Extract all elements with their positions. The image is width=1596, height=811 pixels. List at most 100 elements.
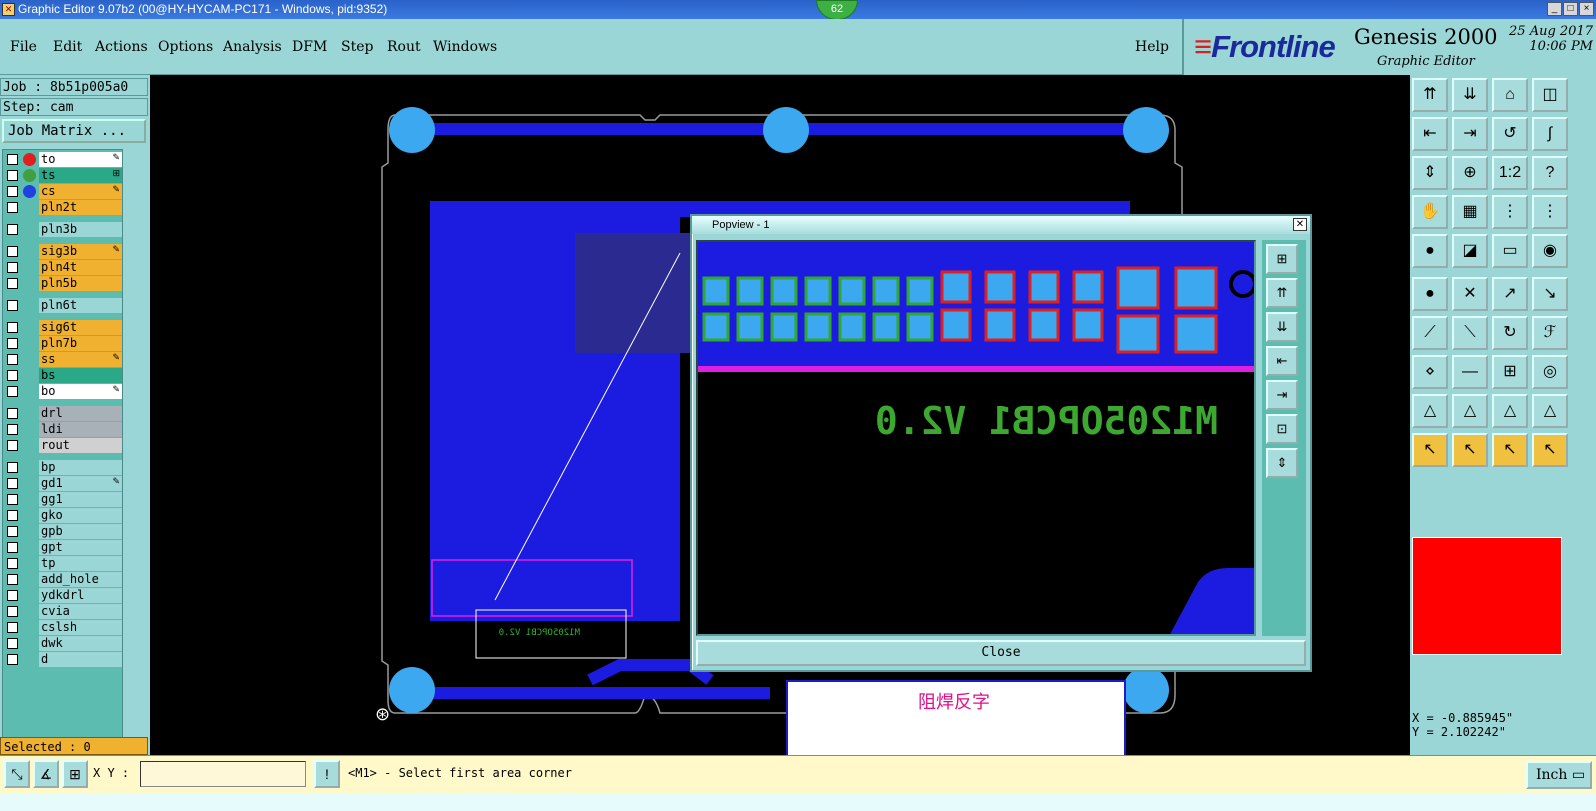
popview-expand-button[interactable]: ⇕ [1266, 448, 1298, 478]
tool-button-28-icon[interactable]: ⋄ [1412, 355, 1448, 389]
popview-fit-button[interactable]: ⊡ [1266, 414, 1298, 444]
layer-row-ss[interactable]: ss ✎ [5, 352, 122, 367]
tool-button-3-icon[interactable]: ◫ [1532, 78, 1568, 112]
tool-button-32-icon[interactable]: △ [1412, 394, 1448, 428]
tool-button-18-icon[interactable]: ▭ [1492, 234, 1528, 268]
layer-row-bp[interactable]: bp [5, 460, 122, 475]
layer-checkbox[interactable] [7, 654, 18, 665]
layer-row-cslsh[interactable]: cslsh [5, 620, 122, 635]
layer-row-bo[interactable]: bo ✎ [5, 384, 122, 399]
tool-button-30-icon[interactable]: ⊞ [1492, 355, 1528, 389]
layer-checkbox[interactable] [7, 462, 18, 473]
menu-dfm[interactable]: DFM [292, 39, 327, 55]
maximize-button[interactable]: □ [1563, 2, 1578, 16]
minimize-button[interactable]: _ [1547, 2, 1562, 16]
popview-close-button[interactable]: Close [696, 640, 1306, 666]
menu-help[interactable]: Help [1135, 39, 1169, 55]
tool-button-22-icon[interactable]: ↗ [1492, 277, 1528, 311]
layer-checkbox[interactable] [7, 170, 18, 181]
layer-checkbox[interactable] [7, 370, 18, 381]
popview-window[interactable]: Popview - 1 ✕ M1205OPCB1 V2.0 ⊞ ⇈ ⇊ ⇤ ⇥ … [690, 214, 1312, 672]
layer-checkbox[interactable] [7, 338, 18, 349]
tool-button-26-icon[interactable]: ↻ [1492, 316, 1528, 350]
layer-row-ldi[interactable]: ldi [5, 422, 122, 437]
tool-button-39-icon[interactable]: ↖ [1532, 433, 1568, 467]
popview-down-button[interactable]: ⇊ [1266, 312, 1298, 342]
popview-zoom-view[interactable]: M1205OPCB1 V2.0 [698, 242, 1256, 636]
tool-button-36-icon[interactable]: ↖ [1412, 433, 1448, 467]
layer-row-cs[interactable]: cs ✎ [5, 184, 122, 199]
tool-button-27-icon[interactable]: ℱ [1532, 316, 1568, 350]
layer-row-pln4t[interactable]: pln4t [5, 260, 122, 275]
layer-row-add_hole[interactable]: add_hole [5, 572, 122, 587]
layer-row-drl[interactable]: drl [5, 406, 122, 421]
layer-checkbox[interactable] [7, 638, 18, 649]
layer-row-ydkdrl[interactable]: ydkdrl [5, 588, 122, 603]
menu-file[interactable]: File [10, 39, 37, 55]
layer-checkbox[interactable] [7, 408, 18, 419]
menu-windows[interactable]: Windows [433, 39, 497, 55]
layer-row-cvia[interactable]: cvia [5, 604, 122, 619]
tool-button-13-icon[interactable]: ▦ [1452, 195, 1488, 229]
tool-button-38-icon[interactable]: ↖ [1492, 433, 1528, 467]
board-preview-map[interactable] [1412, 537, 1562, 655]
layer-row-dwk[interactable]: dwk [5, 636, 122, 651]
layer-row-pln2t[interactable]: pln2t [5, 200, 122, 215]
tool-button-35-icon[interactable]: △ [1532, 394, 1568, 428]
job-matrix-button[interactable]: Job Matrix ... [2, 119, 146, 143]
measure-button[interactable]: ∡ [33, 760, 59, 788]
popview-close-icon[interactable]: ✕ [1293, 218, 1307, 231]
window-titlebar[interactable]: ✕ Graphic Editor 9.07b2 (00@HY-HYCAM-PC1… [0, 0, 1596, 19]
layer-checkbox[interactable] [7, 154, 18, 165]
layer-row-gg1[interactable]: gg1 [5, 492, 122, 507]
tool-button-33-icon[interactable]: △ [1452, 394, 1488, 428]
tool-button-6-icon[interactable]: ↺ [1492, 117, 1528, 151]
popview-canvas[interactable]: M1205OPCB1 V2.0 [696, 240, 1256, 636]
info-button[interactable]: ! [314, 760, 340, 788]
layer-checkbox[interactable] [7, 510, 18, 521]
tool-button-34-icon[interactable]: △ [1492, 394, 1528, 428]
tool-button-25-icon[interactable]: ⟍ [1452, 316, 1488, 350]
layer-checkbox[interactable] [7, 186, 18, 197]
layer-row-pln5b[interactable]: pln5b [5, 276, 122, 291]
layer-checkbox[interactable] [7, 202, 18, 213]
tool-button-31-icon[interactable]: ◎ [1532, 355, 1568, 389]
layer-row-gpb[interactable]: gpb [5, 524, 122, 539]
menu-step[interactable]: Step [341, 39, 373, 55]
layer-checkbox[interactable] [7, 322, 18, 333]
layer-checkbox[interactable] [7, 526, 18, 537]
layer-checkbox[interactable] [7, 386, 18, 397]
popview-up-button[interactable]: ⇈ [1266, 278, 1298, 308]
layer-row-gko[interactable]: gko [5, 508, 122, 523]
tool-button-0-icon[interactable]: ⇈ [1412, 78, 1448, 112]
popview-left-button[interactable]: ⇤ [1266, 346, 1298, 376]
layer-row-gd1[interactable]: gd1 ✎ [5, 476, 122, 491]
tool-button-1-icon[interactable]: ⇊ [1452, 78, 1488, 112]
tool-button-14-icon[interactable]: ⋮ [1492, 195, 1528, 229]
close-window-button[interactable]: × [1579, 2, 1594, 16]
tool-button-17-icon[interactable]: ◪ [1452, 234, 1488, 268]
layer-checkbox[interactable] [7, 440, 18, 451]
layer-checkbox[interactable] [7, 542, 18, 553]
tool-button-7-icon[interactable]: ∫ [1532, 117, 1568, 151]
tool-button-37-icon[interactable]: ↖ [1452, 433, 1488, 467]
tool-button-24-icon[interactable]: ⟋ [1412, 316, 1448, 350]
tool-button-19-icon[interactable]: ◉ [1532, 234, 1568, 268]
layer-checkbox[interactable] [7, 622, 18, 633]
xy-input[interactable] [140, 761, 306, 787]
layer-checkbox[interactable] [7, 300, 18, 311]
layer-checkbox[interactable] [7, 606, 18, 617]
menu-rout[interactable]: Rout [387, 39, 421, 55]
layer-checkbox[interactable] [7, 478, 18, 489]
layer-checkbox[interactable] [7, 558, 18, 569]
layer-row-tp[interactable]: tp [5, 556, 122, 571]
layer-checkbox[interactable] [7, 278, 18, 289]
layer-checkbox[interactable] [7, 224, 18, 235]
unit-selector[interactable]: Inch ▭ [1526, 761, 1592, 789]
menu-options[interactable]: Options [158, 39, 213, 55]
layer-row-sig6t[interactable]: sig6t [5, 320, 122, 335]
tool-button-15-icon[interactable]: ⋮ [1532, 195, 1568, 229]
layer-row-sig3b[interactable]: sig3b ✎ [5, 244, 122, 259]
tool-button-4-icon[interactable]: ⇤ [1412, 117, 1448, 151]
layer-row-rout[interactable]: rout [5, 438, 122, 453]
